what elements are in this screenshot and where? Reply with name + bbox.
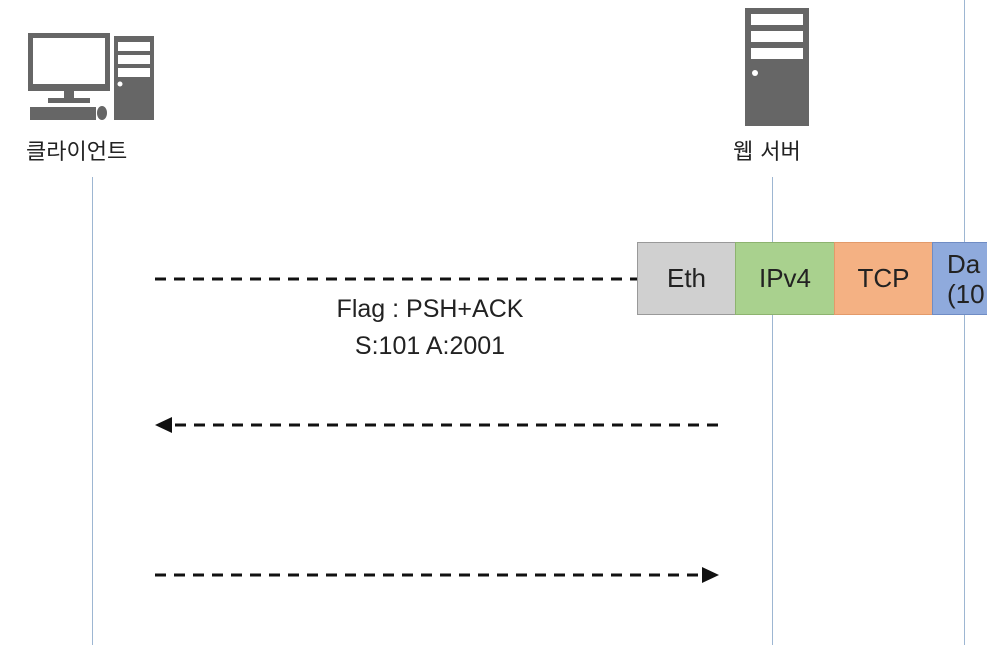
ipv4-label: IPv4 [758,263,812,293]
data-label: Da [947,248,981,279]
data-size-label: (10 [947,278,985,309]
packet-tcp: TCP [834,242,933,315]
flag-text: Flag : PSH+ACK [336,295,524,323]
packet-eth: Eth [637,242,736,315]
packet-ipv4: IPv4 [735,242,835,315]
tcp-label: TCP [857,263,910,293]
packet-data: Da (10 [932,242,987,315]
arrowhead-left-icon [155,417,172,433]
arrowhead-right-icon [702,567,719,583]
eth-label: Eth [666,263,707,293]
seq-ack-text: S:101 A:2001 [354,332,506,360]
